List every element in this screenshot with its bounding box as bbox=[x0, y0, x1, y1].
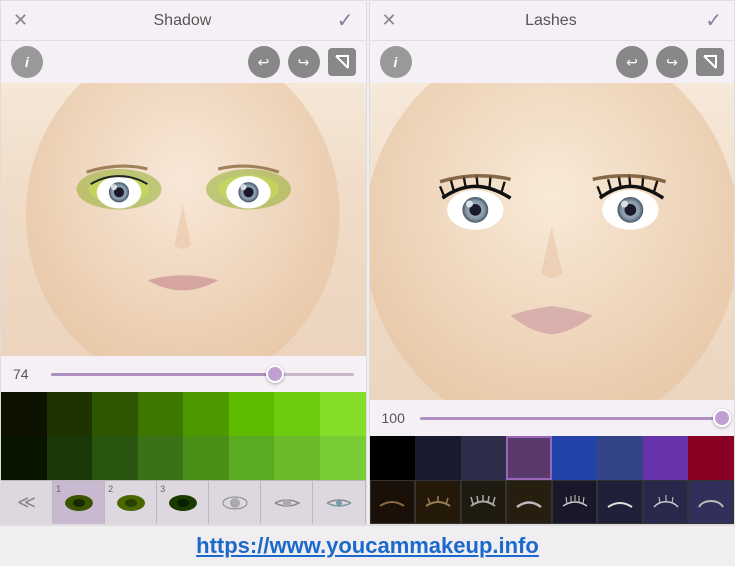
shadow-face-area bbox=[1, 83, 366, 356]
color-swatch[interactable] bbox=[47, 392, 93, 436]
shadow-close-button[interactable]: ✕ bbox=[13, 10, 28, 31]
lashes-color-blue[interactable] bbox=[552, 436, 598, 480]
lash-style-2[interactable] bbox=[415, 480, 461, 524]
lashes-slider-track[interactable] bbox=[420, 417, 723, 420]
lash-style-7[interactable] bbox=[643, 480, 689, 524]
color-swatch[interactable] bbox=[1, 436, 47, 480]
shadow-slider-area: 74 bbox=[1, 356, 366, 392]
lash-style-5[interactable] bbox=[552, 480, 598, 524]
shadow-undo-button[interactable]: ↩ bbox=[248, 46, 280, 78]
footer: https://www.youcammakeup.info bbox=[0, 525, 735, 566]
shadow-slider-value: 74 bbox=[13, 366, 43, 382]
lashes-color-palette bbox=[370, 436, 735, 480]
color-swatch[interactable] bbox=[229, 392, 275, 436]
color-swatch[interactable] bbox=[138, 392, 184, 436]
website-link[interactable]: https://www.youcammakeup.info bbox=[196, 533, 539, 559]
panels-row: ✕ Shadow ✓ i ↩ ↪ bbox=[0, 0, 735, 525]
lash-style-8[interactable] bbox=[688, 480, 734, 524]
color-swatch[interactable] bbox=[274, 392, 320, 436]
lashes-header: ✕ Lashes ✓ bbox=[370, 1, 735, 41]
lashes-slider-value: 100 bbox=[382, 410, 412, 426]
shadow-tabs: ≪ 1 2 3 bbox=[1, 480, 366, 524]
lashes-title: Lashes bbox=[525, 12, 577, 30]
color-swatch[interactable] bbox=[320, 436, 366, 480]
shadow-tab-style1[interactable] bbox=[209, 481, 261, 524]
color-swatch[interactable] bbox=[1, 392, 47, 436]
main-container: ✕ Shadow ✓ i ↩ ↪ bbox=[0, 0, 735, 566]
lashes-redo-button[interactable]: ↪ bbox=[656, 46, 688, 78]
lashes-color-purple[interactable] bbox=[506, 436, 552, 480]
color-swatch[interactable] bbox=[183, 436, 229, 480]
lashes-info-button[interactable]: i bbox=[380, 46, 412, 78]
shadow-panel: ✕ Shadow ✓ i ↩ ↪ bbox=[0, 0, 367, 525]
lashes-face-bg bbox=[370, 83, 735, 400]
shadow-header: ✕ Shadow ✓ bbox=[1, 1, 366, 41]
shadow-slider-thumb[interactable] bbox=[266, 365, 284, 383]
lashes-color-black[interactable] bbox=[370, 436, 416, 480]
lash-style-4[interactable] bbox=[506, 480, 552, 524]
color-swatch[interactable] bbox=[92, 392, 138, 436]
lashes-face-area bbox=[370, 83, 735, 400]
color-swatch[interactable] bbox=[229, 436, 275, 480]
shadow-tab-style2[interactable] bbox=[261, 481, 313, 524]
color-swatch[interactable] bbox=[138, 436, 184, 480]
shadow-face-bg bbox=[1, 83, 366, 356]
lash-style-6[interactable] bbox=[597, 480, 643, 524]
shadow-confirm-button[interactable]: ✓ bbox=[337, 8, 354, 33]
shadow-toolbar: i ↩ ↪ bbox=[1, 41, 366, 83]
shadow-tab-2[interactable]: 2 bbox=[105, 481, 157, 524]
shadow-tab-3[interactable]: 3 bbox=[157, 481, 209, 524]
shadow-tab-chevron[interactable]: ≪ bbox=[1, 481, 53, 524]
shadow-info-button[interactable]: i bbox=[11, 46, 43, 78]
lashes-style-palette bbox=[370, 480, 735, 524]
lashes-color-violet[interactable] bbox=[643, 436, 689, 480]
lashes-undo-button[interactable]: ↩ bbox=[616, 46, 648, 78]
color-swatch[interactable] bbox=[47, 436, 93, 480]
shadow-tab-1[interactable]: 1 bbox=[53, 481, 105, 524]
shadow-title: Shadow bbox=[154, 12, 212, 30]
shadow-slider-track[interactable] bbox=[51, 373, 354, 376]
lashes-slider-fill bbox=[420, 417, 723, 420]
lash-style-3[interactable] bbox=[461, 480, 507, 524]
shadow-corner-button[interactable] bbox=[328, 48, 356, 76]
shadow-color-palette bbox=[1, 392, 366, 480]
lashes-slider-area: 100 bbox=[370, 400, 735, 436]
color-swatch[interactable] bbox=[92, 436, 138, 480]
lashes-corner-button[interactable] bbox=[696, 48, 724, 76]
color-swatch[interactable] bbox=[183, 392, 229, 436]
lashes-color-darkred[interactable] bbox=[688, 436, 734, 480]
lash-style-1[interactable] bbox=[370, 480, 416, 524]
lashes-panel: ✕ Lashes ✓ i ↩ ↪ bbox=[369, 0, 735, 525]
lashes-color-navy[interactable] bbox=[461, 436, 507, 480]
lashes-close-button[interactable]: ✕ bbox=[382, 10, 397, 31]
shadow-slider-fill bbox=[51, 373, 275, 376]
lashes-color-darkblue[interactable] bbox=[597, 436, 643, 480]
shadow-redo-button[interactable]: ↪ bbox=[288, 46, 320, 78]
color-swatch[interactable] bbox=[320, 392, 366, 436]
lashes-color-darknavy[interactable] bbox=[415, 436, 461, 480]
color-swatch[interactable] bbox=[274, 436, 320, 480]
lashes-confirm-button[interactable]: ✓ bbox=[705, 8, 722, 33]
lashes-slider-thumb[interactable] bbox=[713, 409, 731, 427]
lashes-toolbar: i ↩ ↪ bbox=[370, 41, 735, 83]
shadow-tab-style3[interactable] bbox=[313, 481, 365, 524]
